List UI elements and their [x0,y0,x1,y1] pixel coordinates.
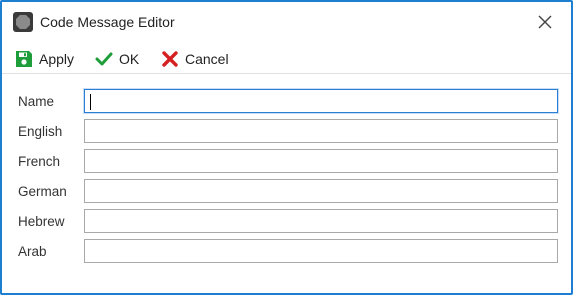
x-icon [160,49,180,69]
name-field[interactable] [84,89,558,113]
save-icon [14,49,34,69]
dialog-window: Code Message Editor Apply OK Cancel Name… [0,0,573,295]
toolbar: Apply OK Cancel [2,44,571,74]
english-field[interactable] [84,119,558,143]
arab-field[interactable] [84,239,558,263]
german-label: German [18,184,67,199]
apply-button[interactable]: Apply [14,48,74,70]
window-title: Code Message Editor [40,14,175,30]
french-label: French [18,154,61,169]
ok-button[interactable]: OK [94,48,139,70]
english-label: English [18,124,63,139]
french-field[interactable] [84,149,558,173]
german-field[interactable] [84,179,558,203]
cancel-button[interactable]: Cancel [160,48,229,70]
check-icon [94,49,114,69]
text-caret [90,94,91,110]
hebrew-field[interactable] [84,209,558,233]
cancel-label: Cancel [185,51,229,67]
apply-label: Apply [39,51,75,67]
name-label: Name [18,94,55,109]
hebrew-label: Hebrew [18,214,65,229]
arab-label: Arab [18,244,47,259]
app-icon [13,12,33,32]
title-bar: Code Message Editor [2,2,571,42]
ok-label: OK [119,51,140,67]
close-icon[interactable] [537,14,553,30]
